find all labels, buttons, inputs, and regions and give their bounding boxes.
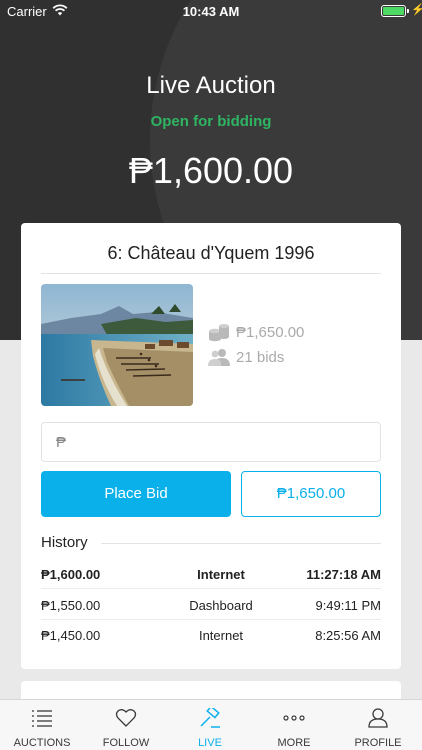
tab-bar: AUCTIONS FOLLOW LIVE MORE PROFILE: [0, 699, 422, 750]
tab-auctions[interactable]: AUCTIONS: [0, 700, 84, 750]
coins-icon: [209, 324, 229, 342]
bid-amount-input[interactable]: [74, 434, 365, 451]
heart-icon: [115, 709, 137, 727]
history-row: ₱1,600.00 Internet 11:27:18 AM: [41, 559, 381, 589]
list-icon: [32, 710, 52, 727]
battery-tip: [407, 9, 409, 13]
place-bid-button[interactable]: Place Bid: [41, 471, 231, 517]
charging-icon: ⚡: [411, 4, 422, 16]
tab-label: MORE: [277, 737, 311, 749]
bid-source: Dashboard: [189, 598, 253, 613]
bid-amount: ₱1,450.00: [41, 628, 101, 643]
bid-amount: ₱1,600.00: [41, 567, 101, 582]
clock: 10:43 AM: [182, 4, 240, 19]
next-bid-stat: ₱1,650.00: [208, 322, 304, 342]
next-bid-amount: ₱1,650.00: [236, 323, 305, 341]
bid-amount-field[interactable]: ₱: [41, 422, 381, 462]
bid-count: 21 bids: [236, 348, 285, 366]
bid-count-stat: 21 bids: [208, 347, 284, 367]
bid-source: Internet: [198, 628, 244, 643]
beach-painting: [41, 284, 193, 406]
tab-profile[interactable]: PROFILE: [336, 700, 420, 750]
bid-time: 8:25:56 AM: [315, 628, 381, 643]
lot-card: 6: Château d'Yquem 1996 ₱1,650.00 21 bid…: [21, 223, 401, 669]
battery-icon: [381, 5, 406, 17]
tab-label: LIVE: [198, 737, 222, 749]
history-heading: History: [41, 534, 88, 551]
tab-live[interactable]: LIVE: [168, 700, 252, 750]
auction-status: Open for bidding: [150, 113, 272, 130]
lot-title: 6: Château d'Yquem 1996: [107, 243, 315, 263]
history-row: ₱1,450.00 Internet 8:25:56 AM: [41, 620, 381, 650]
history-row: ₱1,550.00 Dashboard 9:49:11 PM: [41, 590, 381, 620]
tab-follow[interactable]: FOLLOW: [84, 700, 168, 750]
user-icon: [368, 708, 388, 728]
bid-source: Internet: [197, 567, 245, 582]
bid-amount: ₱1,550.00: [41, 598, 101, 613]
tab-label: FOLLOW: [102, 737, 150, 749]
lot-image[interactable]: [41, 284, 193, 406]
more-icon: [283, 715, 305, 721]
current-price: ₱1,600.00: [128, 150, 294, 191]
divider: [41, 273, 381, 274]
currency-prefix: ₱: [56, 434, 67, 451]
bid-time: 9:49:11 PM: [315, 598, 381, 613]
divider: [101, 543, 381, 544]
bid-time: 11:27:18 AM: [306, 567, 381, 582]
row-divider: [41, 588, 381, 589]
status-bar: Carrier 10:43 AM ⚡: [0, 0, 422, 22]
users-icon: [208, 349, 230, 366]
page-title: Live Auction: [146, 72, 276, 99]
tab-more[interactable]: MORE: [252, 700, 336, 750]
tab-label: PROFILE: [354, 737, 402, 749]
quick-bid-button[interactable]: ₱1,650.00: [241, 471, 381, 517]
tab-label: AUCTIONS: [13, 737, 71, 749]
gavel-icon: [200, 708, 220, 728]
